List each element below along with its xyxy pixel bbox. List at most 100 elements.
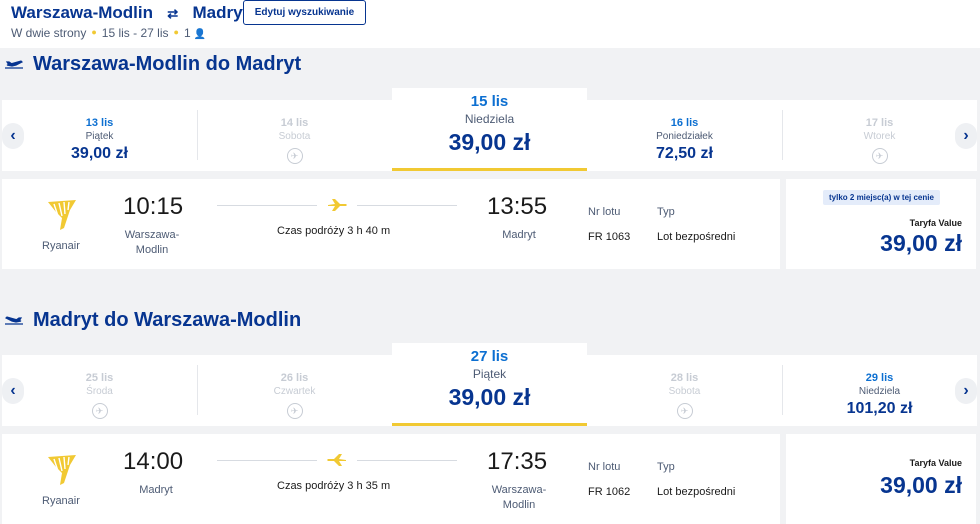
no-flight-icon: ✈ bbox=[676, 403, 693, 419]
separator-dot: ● bbox=[91, 27, 97, 37]
no-flight-icon: ✈ bbox=[871, 148, 888, 164]
edit-search-button[interactable]: Edytuj wyszukiwanie bbox=[243, 0, 366, 25]
date-weekday: Sobota bbox=[668, 386, 701, 397]
flight-type: Lot bezpośredni bbox=[657, 486, 736, 498]
airline-name: Ryanair bbox=[42, 240, 80, 252]
arrival-city-line: Madryt bbox=[502, 229, 536, 241]
flight-number-label: Nr lotu bbox=[588, 461, 621, 473]
tariff-name: Taryfa Value bbox=[909, 458, 962, 468]
flight-number-label: Nr lotu bbox=[588, 206, 621, 218]
route-title: Warszawa-Modlin ⇄ Madryt bbox=[11, 3, 248, 23]
date-day: 15 lis bbox=[470, 93, 509, 110]
inbound-date-27-selected[interactable]: 27 lis Piątek 39,00 zł bbox=[392, 343, 587, 426]
plane-icon bbox=[328, 199, 347, 211]
inbound-date-25: 25 lis Środa ✈ bbox=[2, 355, 197, 426]
date-day: 17 lis bbox=[865, 117, 894, 129]
inbound-next-dates-button[interactable]: › bbox=[955, 378, 977, 404]
arrival-city: Warszawa- Modlin bbox=[479, 483, 559, 513]
date-weekday: Niedziela bbox=[464, 112, 515, 126]
date-weekday: Środa bbox=[86, 386, 113, 397]
plane-icon bbox=[327, 454, 346, 466]
seats-left-badge: tylko 2 miejsc(a) w tej cenie bbox=[823, 190, 940, 205]
date-weekday: Wtorek bbox=[863, 131, 896, 142]
trip-dates: 15 lis - 27 lis bbox=[101, 26, 169, 40]
date-price: 39,00 zł bbox=[448, 129, 531, 155]
ryanair-logo-icon bbox=[48, 455, 76, 485]
date-day: 25 lis bbox=[85, 372, 114, 384]
arrival-city-line: Warszawa- bbox=[491, 484, 547, 496]
inbound-fare-card[interactable]: Taryfa Value 39,00 zł bbox=[786, 434, 976, 524]
airline-name: Ryanair bbox=[42, 495, 80, 507]
outbound-date-13[interactable]: 13 lis Piątek 39,00 zł bbox=[2, 100, 197, 171]
date-day: 28 lis bbox=[670, 372, 699, 384]
no-flight-icon: ✈ bbox=[286, 403, 303, 419]
outbound-date-strip: ‹ 13 lis Piątek 39,00 zł 14 lis Sobota ✈… bbox=[2, 88, 977, 171]
arrival-city: Madryt bbox=[479, 228, 559, 243]
flight-number: FR 1063 bbox=[588, 231, 631, 243]
date-day: 16 lis bbox=[670, 117, 699, 129]
departure-city-line: Warszawa- bbox=[124, 229, 180, 241]
outbound-fare-card[interactable]: tylko 2 miejsc(a) w tej cenie Taryfa Val… bbox=[786, 179, 976, 269]
inbound-flight-card[interactable]: Ryanair 14:00 Madryt Czas podróży 3 h 35… bbox=[2, 434, 780, 524]
inbound-date-26: 26 lis Czwartek ✈ bbox=[197, 355, 392, 426]
flight-number: FR 1062 bbox=[588, 486, 631, 498]
date-price: 39,00 zł bbox=[448, 384, 531, 410]
fare-price: 39,00 zł bbox=[880, 472, 962, 498]
person-icon: 👤 bbox=[193, 29, 207, 40]
outbound-date-17: 17 lis Wtorek ✈ bbox=[782, 100, 977, 171]
inbound-date-28: 28 lis Sobota ✈ bbox=[587, 355, 782, 426]
date-day: 26 lis bbox=[280, 372, 309, 384]
arrival-time: 13:55 bbox=[487, 193, 548, 220]
flight-type-label: Typ bbox=[657, 206, 675, 218]
departure-time: 10:15 bbox=[123, 193, 184, 220]
outbound-next-dates-button[interactable]: › bbox=[955, 123, 977, 149]
date-day: 29 lis bbox=[865, 372, 894, 384]
outbound-flight-card[interactable]: Ryanair 10:15 Warszawa- Modlin Czas podr… bbox=[2, 179, 780, 269]
departure-city-line: Madryt bbox=[139, 484, 173, 496]
trip-type: W dwie strony bbox=[11, 26, 87, 40]
inbound-date-strip: ‹ 25 lis Środa ✈ 26 lis Czwartek ✈ 27 li… bbox=[2, 343, 977, 426]
date-weekday: Niedziela bbox=[858, 386, 901, 397]
no-flight-icon: ✈ bbox=[91, 403, 108, 419]
trip-meta: W dwie strony ● 15 lis - 27 lis ● 1 👤 bbox=[11, 26, 206, 40]
outbound-date-16[interactable]: 16 lis Poniedziałek 72,50 zł bbox=[587, 100, 782, 171]
date-weekday: Czwartek bbox=[273, 386, 316, 397]
flight-duration: Czas podróży 3 h 35 m bbox=[277, 480, 391, 492]
inbound-date-29[interactable]: 29 lis Niedziela 101,20 zł bbox=[782, 355, 977, 426]
outbound-section-title: Warszawa-Modlin do Madryt bbox=[33, 53, 302, 75]
departure-city-line: Modlin bbox=[135, 244, 169, 256]
fare-price: 39,00 zł bbox=[880, 230, 962, 256]
search-summary-bar: Warszawa-Modlin ⇄ Madryt Edytuj wyszukiw… bbox=[0, 0, 980, 48]
date-weekday: Piątek bbox=[472, 367, 507, 381]
no-flight-icon: ✈ bbox=[286, 148, 303, 164]
flight-duration: Czas podróży 3 h 40 m bbox=[277, 225, 391, 237]
return-plane-icon bbox=[4, 316, 23, 325]
date-weekday: Sobota bbox=[278, 131, 311, 142]
date-price: 72,50 zł bbox=[656, 145, 713, 162]
departure-plane-icon bbox=[5, 60, 24, 69]
round-trip-icon: ⇄ bbox=[167, 6, 179, 21]
passenger-count: 1 bbox=[183, 26, 191, 40]
departure-time: 14:00 bbox=[123, 448, 184, 475]
date-price: 101,20 zł bbox=[846, 400, 913, 417]
departure-city: Warszawa- Modlin bbox=[112, 228, 192, 258]
date-day: 27 lis bbox=[470, 348, 509, 365]
separator-dot: ● bbox=[173, 27, 179, 37]
flight-type: Lot bezpośredni bbox=[657, 231, 736, 243]
flight-type-label: Typ bbox=[657, 461, 675, 473]
tariff-name: Taryfa Value bbox=[909, 218, 962, 228]
ryanair-logo-icon bbox=[48, 200, 76, 230]
date-weekday: Poniedziałek bbox=[656, 131, 713, 142]
date-day: 13 lis bbox=[85, 117, 114, 129]
outbound-date-15-selected[interactable]: 15 lis Niedziela 39,00 zł bbox=[392, 88, 587, 171]
date-price: 39,00 zł bbox=[71, 145, 128, 162]
arrival-city-line: Modlin bbox=[502, 499, 536, 511]
date-day: 14 lis bbox=[280, 117, 309, 129]
date-weekday: Piątek bbox=[85, 131, 114, 142]
departure-city: Madryt bbox=[116, 483, 196, 498]
outbound-date-14: 14 lis Sobota ✈ bbox=[197, 100, 392, 171]
destination-city: Madryt bbox=[192, 3, 249, 22]
origin-city: Warszawa-Modlin bbox=[11, 3, 153, 22]
arrival-time: 17:35 bbox=[487, 448, 548, 475]
inbound-section-title: Madryt do Warszawa-Modlin bbox=[33, 309, 302, 331]
